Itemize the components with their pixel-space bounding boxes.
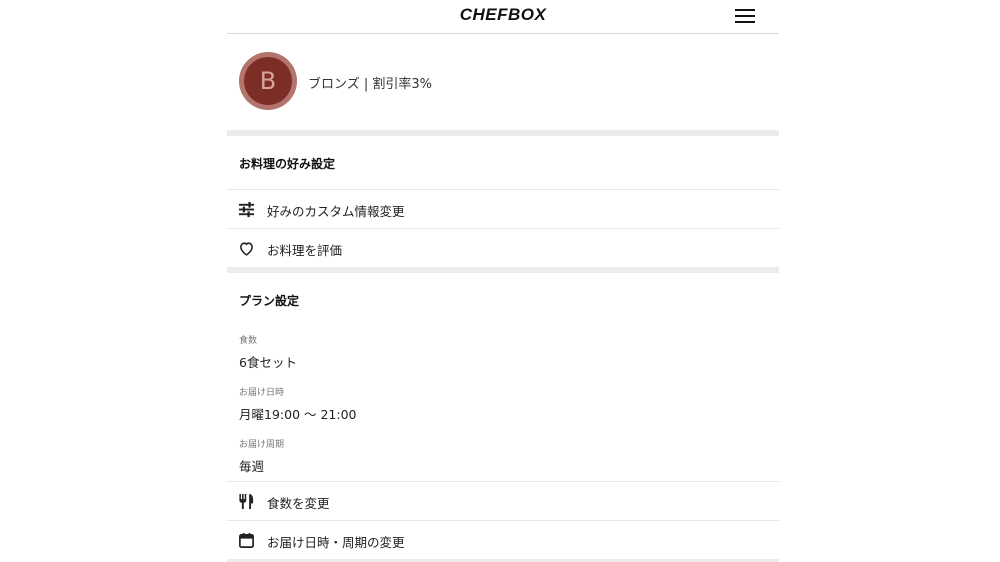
member-profile: B ブロンズ | 割引率3%: [227, 34, 779, 130]
delivery-cycle-value: 毎週: [239, 459, 265, 474]
custom-preferences-label: 好みのカスタム情報変更: [267, 204, 405, 219]
rate-dishes-label: お料理を評価: [267, 243, 343, 258]
mypage-container: CHEFBOX B ブロンズ | 割引率3% お料理の好み設定 好みのカスタム情…: [227, 0, 779, 562]
preferences-section-title: お料理の好み設定: [239, 157, 336, 171]
change-meal-count-row[interactable]: 食数を変更: [227, 481, 779, 520]
change-delivery-schedule-row[interactable]: お届け日時・周期の変更: [227, 520, 779, 559]
avatar-letter: B: [244, 57, 292, 105]
hamburger-menu-icon[interactable]: [735, 8, 755, 24]
delivery-time-value: 月曜19:00 〜 21:00: [239, 407, 357, 422]
meal-count-value: 6食セット: [239, 355, 297, 370]
delivery-cycle-label: お届け周期: [239, 440, 285, 450]
header: CHEFBOX: [227, 0, 779, 34]
heart-icon: [240, 242, 253, 256]
delivery-time-label: お届け日時: [239, 388, 285, 398]
rank-avatar: B: [239, 52, 297, 110]
chefbox-logo[interactable]: CHEFBOX: [227, 5, 779, 25]
sliders-icon: [238, 201, 255, 218]
fork-knife-icon: [239, 493, 254, 510]
page: CHEFBOX B ブロンズ | 割引率3% お料理の好み設定 好みのカスタム情…: [0, 0, 1000, 562]
custom-preferences-row[interactable]: 好みのカスタム情報変更: [227, 189, 779, 228]
meal-count-label: 食数: [239, 336, 258, 346]
plan-section-title: プラン設定: [239, 294, 300, 308]
change-delivery-schedule-label: お届け日時・周期の変更: [267, 535, 405, 550]
rank-discount-text: ブロンズ | 割引率3%: [308, 77, 433, 92]
change-meal-count-label: 食数を変更: [267, 496, 330, 511]
section-divider: [227, 267, 779, 273]
section-divider: [227, 130, 779, 136]
calendar-icon: [239, 532, 254, 548]
rate-dishes-row[interactable]: お料理を評価: [227, 228, 779, 267]
